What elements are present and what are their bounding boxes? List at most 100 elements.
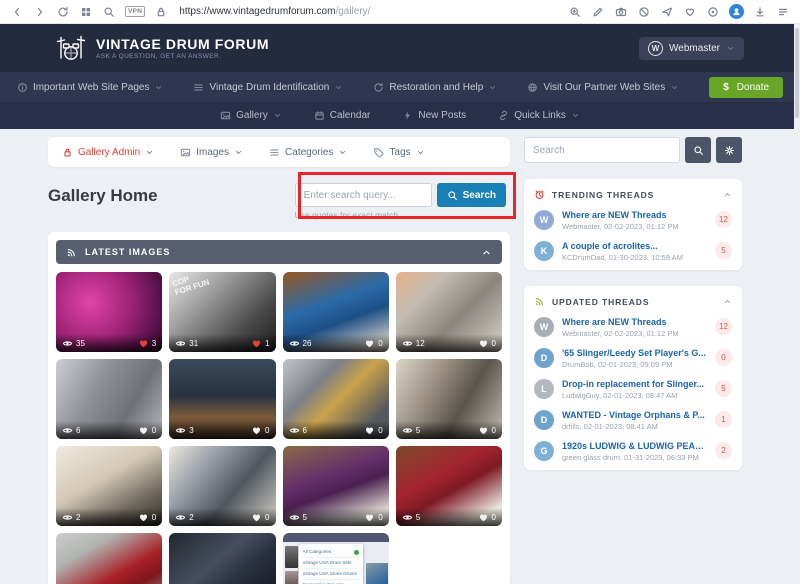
category-menu-item[interactable]: Vintage USA Drum Sets (303, 558, 359, 569)
heart-icon[interactable] (251, 338, 262, 349)
gallery-thumbnail[interactable]: 5 0 (396, 446, 502, 526)
gallery-thumbnail[interactable]: 6 0 (56, 359, 162, 439)
site-logo[interactable]: VINTAGE DRUM FORUM ASK A QUESTION, GET A… (56, 35, 269, 62)
gallery-thumbnail[interactable]: 6 0 (283, 359, 389, 439)
likes-stat[interactable]: 0 (138, 425, 156, 436)
gallery-thumbnail[interactable]: All CategoriesVintage USA Drum SetsVinta… (283, 533, 389, 584)
gallery-thumbnail[interactable]: 5 0 (396, 359, 502, 439)
blocker-icon[interactable] (637, 5, 651, 19)
thread-list-item[interactable]: K A couple of acrolites... KCDrumDad, 01… (534, 241, 732, 262)
scrollbar-thumb[interactable] (795, 28, 799, 118)
thread-title-link[interactable]: Where are NEW Threads (562, 210, 707, 220)
ssl-lock-icon[interactable] (154, 5, 168, 19)
nav-item[interactable]: Restoration and Help (373, 82, 497, 93)
category-menu-item[interactable]: All Categories (303, 547, 359, 558)
donate-button[interactable]: $ Donate (709, 77, 783, 98)
gallery-search-input[interactable] (295, 183, 432, 207)
admin-bar-item[interactable]: Tags (373, 147, 424, 158)
category-menu-item[interactable]: Vintage USA Snare Drums (303, 569, 359, 580)
gallery-thumbnail[interactable]: COP FOR FUN 31 1 (169, 272, 275, 352)
likes-stat[interactable]: 0 (364, 425, 382, 436)
thread-list-item[interactable]: D '65 Slinger/Leedy Set Player's G... Dr… (534, 348, 732, 369)
updated-threads-header[interactable]: UPDATED THREADS (534, 296, 732, 307)
likes-stat[interactable]: 1 (251, 338, 269, 349)
thread-list-item[interactable]: W Where are NEW Threads Webmaster, 02-02… (534, 210, 732, 231)
nav-item[interactable]: Quick Links (498, 110, 580, 121)
thread-list-item[interactable]: L Drop-in replacement for Slinger... Lud… (534, 379, 732, 400)
nav-item[interactable]: Important Web Site Pages (17, 82, 164, 93)
bookmarks-heart-icon[interactable] (683, 5, 697, 19)
gallery-thumbnail[interactable]: 2 0 (169, 446, 275, 526)
category-menu-item[interactable]: Restoration Projects (303, 580, 359, 584)
zoom-icon[interactable] (568, 5, 582, 19)
thread-title-link[interactable]: Drop-in replacement for Slinger... (562, 379, 707, 389)
likes-stat[interactable]: 0 (478, 425, 496, 436)
heart-icon[interactable] (251, 425, 262, 436)
trending-threads-header[interactable]: TRENDING THREADS (534, 189, 732, 200)
thread-title-link[interactable]: Where are NEW Threads (562, 317, 707, 327)
gallery-thumbnail[interactable]: 2 0 (56, 446, 162, 526)
category-dropdown-menu[interactable]: All CategoriesVintage USA Drum SetsVinta… (299, 544, 363, 584)
extensions-icon[interactable] (706, 5, 720, 19)
heart-icon[interactable] (138, 425, 149, 436)
heart-icon[interactable] (251, 512, 262, 523)
browser-back-icon[interactable] (10, 5, 24, 19)
likes-stat[interactable]: 3 (138, 338, 156, 349)
heart-icon[interactable] (478, 512, 489, 523)
likes-stat[interactable]: 0 (478, 338, 496, 349)
admin-bar-item[interactable]: Categories (269, 147, 347, 158)
browser-forward-icon[interactable] (33, 5, 47, 19)
collapse-chevron-icon[interactable] (723, 297, 732, 306)
heart-icon[interactable] (364, 338, 375, 349)
nav-item[interactable]: Visit Our Partner Web Sites (527, 82, 679, 93)
gallery-thumbnail[interactable]: 3 0 (169, 359, 275, 439)
heart-icon[interactable] (478, 338, 489, 349)
nav-item[interactable]: Vintage Drum Identification (193, 82, 343, 93)
sidebar-settings-button[interactable] (716, 137, 742, 163)
gallery-thumbnail[interactable]: 26 0 (283, 272, 389, 352)
likes-stat[interactable]: 0 (138, 512, 156, 523)
gallery-thumbnail[interactable] (56, 533, 162, 584)
heart-icon[interactable] (138, 338, 149, 349)
browser-reload-icon[interactable] (56, 5, 70, 19)
sidebar-panels-icon[interactable] (776, 5, 790, 19)
thread-title-link[interactable]: '65 Slinger/Leedy Set Player's G... (562, 348, 707, 358)
browser-tabs-icon[interactable] (79, 5, 93, 19)
screenshot-icon[interactable] (614, 5, 628, 19)
heart-icon[interactable] (364, 425, 375, 436)
page-scrollbar[interactable] (794, 24, 800, 584)
gallery-thumbnail[interactable] (169, 533, 275, 584)
thread-list-item[interactable]: G 1920s LUDWIG & LUDWIG PEAC... green gl… (534, 441, 732, 462)
sidebar-search-button[interactable] (685, 137, 711, 163)
likes-stat[interactable]: 0 (364, 512, 382, 523)
gallery-thumbnail[interactable]: 5 0 (283, 446, 389, 526)
likes-stat[interactable]: 0 (251, 512, 269, 523)
likes-stat[interactable]: 0 (364, 338, 382, 349)
likes-stat[interactable]: 0 (251, 425, 269, 436)
latest-images-header[interactable]: LATEST IMAGES (56, 240, 502, 264)
vpn-badge[interactable]: VPN (125, 6, 145, 17)
thread-title-link[interactable]: A couple of acrolites... (562, 241, 707, 251)
url-search-icon[interactable] (102, 5, 116, 19)
gallery-thumbnail[interactable]: 12 0 (396, 272, 502, 352)
sidebar-search-input[interactable] (524, 137, 680, 163)
likes-stat[interactable]: 0 (478, 512, 496, 523)
browser-profile-avatar[interactable] (729, 4, 744, 19)
gallery-search-button[interactable]: Search (437, 183, 506, 207)
share-icon[interactable] (660, 5, 674, 19)
heart-icon[interactable] (138, 512, 149, 523)
admin-bar-item[interactable]: Gallery Admin (62, 147, 154, 158)
nav-item[interactable]: Calendar (314, 110, 371, 121)
collapse-chevron-icon[interactable] (723, 190, 732, 199)
nav-item[interactable]: New Posts (402, 110, 466, 121)
admin-bar-item[interactable]: Images (180, 147, 243, 158)
thread-title-link[interactable]: 1920s LUDWIG & LUDWIG PEAC... (562, 441, 707, 451)
user-menu[interactable]: W Webmaster (639, 37, 744, 60)
heart-icon[interactable] (478, 425, 489, 436)
thread-title-link[interactable]: WANTED - Vintage Orphans & P... (562, 410, 707, 420)
collapse-chevron-icon[interactable] (481, 247, 492, 258)
thread-list-item[interactable]: W Where are NEW Threads Webmaster, 02-02… (534, 317, 732, 338)
edit-page-icon[interactable] (591, 5, 605, 19)
gallery-thumbnail[interactable]: 35 3 (56, 272, 162, 352)
nav-item[interactable]: Gallery (220, 110, 282, 121)
